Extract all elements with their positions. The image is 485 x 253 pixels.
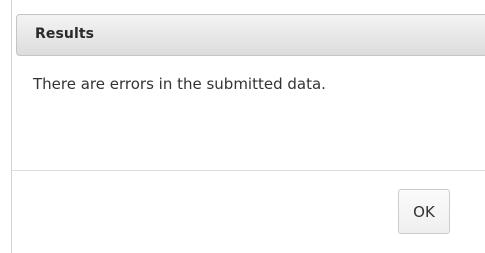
results-dialog: Results There are errors in the submitte… [11, 0, 485, 253]
ok-button[interactable]: OK [398, 189, 450, 234]
error-message: There are errors in the submitted data. [33, 75, 326, 93]
dialog-title: Results [35, 26, 95, 42]
button-pane-divider [12, 170, 485, 171]
dialog-titlebar[interactable]: Results [16, 14, 485, 56]
